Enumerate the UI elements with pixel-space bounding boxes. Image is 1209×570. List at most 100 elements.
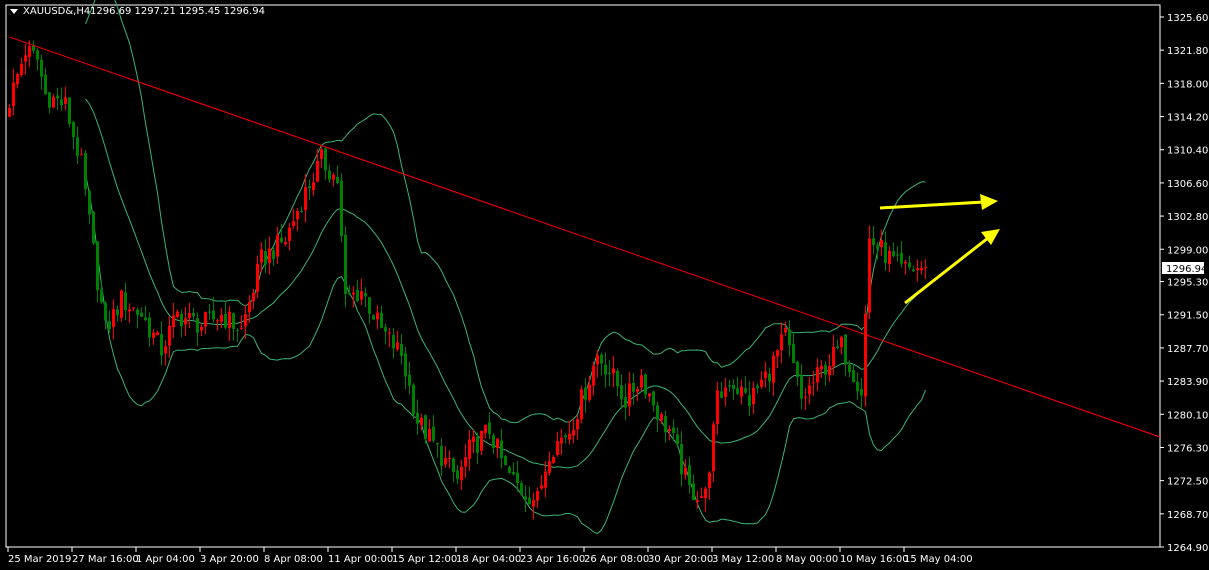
candle-body — [760, 379, 763, 387]
time-tick-label: 10 May 16:00 — [840, 554, 909, 565]
candle-body — [12, 82, 15, 107]
candle-body — [128, 309, 131, 312]
candle-body — [600, 354, 603, 364]
candle-body — [284, 241, 287, 245]
price-tick-label: 1291.50 — [1167, 311, 1208, 322]
candle-body — [852, 370, 855, 383]
candle-body — [776, 350, 779, 357]
candle-body — [828, 365, 831, 376]
candle-body — [844, 334, 847, 365]
candle-body — [848, 364, 851, 373]
candle-body — [444, 457, 447, 465]
candle-body — [904, 261, 907, 264]
candle-body — [576, 419, 579, 430]
candle-body — [480, 430, 483, 451]
candle-body — [476, 436, 479, 453]
price-tick-label: 1321.80 — [1167, 46, 1208, 57]
candle-body — [572, 429, 575, 436]
candle-body — [148, 317, 151, 338]
candle-body — [396, 342, 399, 350]
price-tick-label: 1280.10 — [1167, 410, 1208, 421]
candle-body — [748, 394, 751, 407]
candle-body — [544, 471, 547, 488]
candle-body — [244, 314, 247, 327]
candle-body — [328, 170, 331, 180]
time-tick-label: 27 Mar 16:00 — [72, 554, 139, 565]
candle-body — [376, 312, 379, 320]
candle-body — [708, 472, 711, 488]
candle-body — [680, 444, 683, 475]
candle-body — [224, 313, 227, 328]
candle-body — [456, 470, 459, 479]
candle-body — [720, 391, 723, 398]
candle-body — [176, 311, 179, 317]
candle — [340, 173, 343, 243]
ohlc-values: 1296.69 1297.21 1295.45 1296.94 — [90, 6, 265, 17]
candle — [84, 149, 87, 196]
candle-body — [240, 327, 243, 329]
candle-body — [564, 435, 567, 438]
candle-body — [892, 251, 895, 257]
candle — [120, 289, 123, 322]
candle-body — [308, 186, 311, 189]
candle-body — [632, 382, 635, 392]
candle-body — [272, 250, 275, 260]
candle — [504, 454, 507, 466]
candle-body — [788, 329, 791, 346]
candle-body — [792, 343, 795, 363]
candle — [412, 383, 415, 420]
candle-body — [752, 387, 755, 405]
price-tick-label: 1325.60 — [1167, 13, 1208, 24]
candle-body — [640, 375, 643, 388]
candle-body — [152, 332, 155, 338]
candle-body — [836, 346, 839, 348]
candle-body — [132, 307, 135, 309]
candle-body — [488, 422, 491, 435]
candle-body — [900, 252, 903, 264]
candle — [868, 225, 871, 320]
time-tick-label: 8 May 00:00 — [776, 554, 838, 565]
candle-body — [724, 387, 727, 397]
candle-body — [832, 346, 835, 367]
time-tick-label: 15 May 04:00 — [904, 554, 973, 565]
candle-body — [16, 74, 19, 85]
candle-body — [580, 389, 583, 420]
candle-body — [392, 334, 395, 349]
candle-body — [60, 99, 63, 106]
price-chart[interactable]: 1325.60 1321.80 1318.00 1314.20 1310.40 1306.… — [0, 0, 1209, 570]
candle-body — [472, 436, 475, 443]
candle-body — [156, 332, 159, 336]
candle-body — [368, 297, 371, 314]
candle-body — [276, 235, 279, 257]
candle-body — [144, 317, 147, 321]
candle-body — [808, 385, 811, 395]
candle-body — [876, 245, 879, 249]
candle-body — [740, 386, 743, 397]
candle-body — [756, 385, 759, 389]
candle-body — [860, 389, 863, 396]
candle-body — [628, 383, 631, 407]
candle-body — [460, 466, 463, 481]
candle-body — [380, 312, 383, 328]
candle-body — [684, 467, 687, 475]
candle-body — [560, 437, 563, 444]
price-tick-label: 1264.90 — [1167, 543, 1208, 554]
candle-body — [552, 457, 555, 463]
candle-body — [36, 50, 39, 60]
candle-body — [40, 59, 43, 77]
candle-body — [784, 328, 787, 333]
candle-body — [204, 312, 207, 327]
candle-body — [64, 97, 67, 104]
candle-body — [556, 440, 559, 455]
candle-body — [764, 371, 767, 379]
candle-body — [212, 310, 215, 320]
candle-body — [264, 251, 267, 265]
candle-body — [424, 415, 427, 440]
candle-body — [872, 238, 875, 246]
candle — [92, 210, 95, 246]
candle-body — [400, 344, 403, 356]
candle-body — [448, 457, 451, 459]
candle-body — [292, 221, 295, 227]
candle-body — [296, 210, 299, 220]
candle-body — [24, 55, 27, 62]
